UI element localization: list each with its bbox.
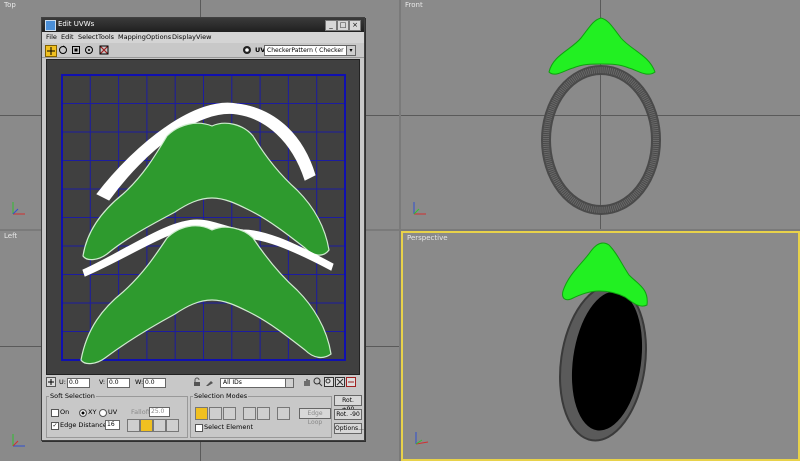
maximize-button[interactable]: □: [337, 20, 349, 31]
material-ids-dropdown[interactable]: All IDs: [220, 378, 294, 388]
uv-editor-canvas[interactable]: [46, 59, 360, 375]
uvw-options-panel: Soft Selection On XY UV Falloff: 25.0 ✓ …: [44, 390, 364, 438]
viewport-label-left[interactable]: Left: [4, 232, 17, 240]
face-mode-icon[interactable]: [223, 407, 236, 420]
menu-options[interactable]: Options: [146, 33, 171, 41]
falloff-fast-icon[interactable]: [166, 419, 179, 432]
material-ids-value: All IDs: [223, 379, 242, 386]
v-value-field[interactable]: 0.0: [107, 378, 130, 388]
axis-gizmo-icon: [12, 202, 25, 215]
mirror-tool-icon[interactable]: [99, 45, 109, 55]
chevron-down-icon: [285, 379, 293, 387]
soft-selection-on-label: On: [60, 408, 70, 416]
zoom-icon[interactable]: [313, 377, 323, 387]
rotate-tool-icon[interactable]: [58, 45, 68, 55]
edge-loop-button[interactable]: Edge Loop: [299, 408, 331, 426]
ring-model-front: [541, 17, 661, 215]
u-value-field[interactable]: 0.0: [67, 378, 90, 388]
texture-map-value: CheckerPattern ( Checker ): [267, 47, 348, 54]
shrink-selection-icon[interactable]: [257, 407, 270, 420]
edge-ring-icon[interactable]: [277, 407, 290, 420]
soft-selection-group: Soft Selection On XY UV Falloff: 25.0 ✓ …: [46, 392, 188, 438]
menu-bar: File Edit Select Tools Mapping Options D…: [42, 32, 364, 43]
zoom-extents-icon[interactable]: [335, 377, 345, 387]
move-tool-icon[interactable]: [45, 45, 57, 57]
menu-select[interactable]: Select: [78, 33, 98, 41]
select-element-label: Select Element: [204, 423, 254, 431]
lock-selection-icon[interactable]: [192, 377, 202, 387]
falloff-linear-icon[interactable]: [140, 419, 153, 432]
grow-selection-icon[interactable]: [243, 407, 256, 420]
selection-modes-title: Selection Modes: [194, 392, 248, 400]
close-button[interactable]: ×: [349, 20, 361, 31]
menu-edit[interactable]: Edit: [61, 33, 74, 41]
axis-gizmo-icon: [413, 202, 426, 215]
axis-gizmo-icon: [415, 432, 429, 445]
uvw-bottom-toolbar: U: 0.0 V: 0.0 W: 0.0 All IDs: [42, 375, 364, 389]
vertex-mode-icon[interactable]: [195, 407, 208, 420]
select-element-checkbox[interactable]: [195, 424, 203, 432]
uvw-app-icon: [45, 20, 56, 31]
zoom-region-icon[interactable]: [324, 377, 334, 387]
axis-gizmo-icon: [12, 434, 25, 447]
edit-uvws-window[interactable]: Edit UVWs _ □ × File Edit Select Tools M…: [41, 17, 365, 441]
title-bar[interactable]: Edit UVWs _ □ ×: [42, 18, 364, 32]
show-map-icon[interactable]: [242, 45, 252, 55]
xy-label: XY: [88, 408, 97, 416]
front-viewport[interactable]: Front: [401, 0, 800, 229]
rotate-minus-90-button[interactable]: Rot. -90: [334, 409, 362, 420]
window-title: Edit UVWs: [58, 20, 95, 28]
w-label: W:: [135, 378, 144, 386]
menu-display[interactable]: Display: [172, 33, 196, 41]
options-button[interactable]: Options...: [334, 423, 364, 434]
viewport-label-top[interactable]: Top: [4, 1, 16, 9]
soft-selection-title: Soft Selection: [50, 392, 95, 400]
soft-selection-on-checkbox[interactable]: [51, 409, 59, 417]
menu-tools[interactable]: Tools: [98, 33, 114, 41]
freeform-tool-icon[interactable]: [84, 45, 94, 55]
scale-tool-icon[interactable]: [71, 45, 81, 55]
falloff-value-field[interactable]: 25.0: [149, 407, 170, 417]
absolute-offset-icon[interactable]: [46, 377, 56, 387]
edge-distance-label: Edge Distance: [60, 421, 107, 429]
edge-distance-value-field[interactable]: 16: [105, 420, 120, 430]
xy-radio[interactable]: [79, 409, 87, 417]
menu-view[interactable]: View: [196, 33, 211, 41]
falloff-slow-icon[interactable]: [153, 419, 166, 432]
ring-model-perspective: [559, 242, 648, 442]
zoom-selected-icon[interactable]: [346, 377, 356, 387]
texture-map-dropdown[interactable]: CheckerPattern ( Checker ) ▾: [264, 45, 356, 56]
v-label: V:: [99, 378, 106, 386]
uv-layout-view: [61, 74, 346, 365]
uvw-toolbar: UV CheckerPattern ( Checker ) ▾: [42, 43, 364, 58]
pan-hand-icon[interactable]: [302, 377, 312, 387]
u-label: U:: [59, 378, 66, 386]
edge-distance-checkbox[interactable]: ✓: [51, 422, 59, 430]
minimize-button[interactable]: _: [325, 20, 337, 31]
selection-modes-group: Selection Modes Edge Loop Select Element: [190, 392, 332, 438]
uv-radio[interactable]: [99, 409, 107, 417]
menu-file[interactable]: File: [46, 33, 57, 41]
w-value-field[interactable]: 0.0: [143, 378, 166, 388]
uv-radio-label: UV: [108, 408, 118, 416]
edge-mode-icon[interactable]: [209, 407, 222, 420]
menu-mapping[interactable]: Mapping: [118, 33, 146, 41]
paint-select-icon[interactable]: [205, 377, 215, 387]
falloff-smooth-icon[interactable]: [127, 419, 140, 432]
rotate-plus-90-button[interactable]: Rot. +90: [334, 395, 362, 413]
chevron-down-icon: ▾: [346, 46, 355, 55]
perspective-viewport[interactable]: Perspective: [401, 231, 800, 461]
